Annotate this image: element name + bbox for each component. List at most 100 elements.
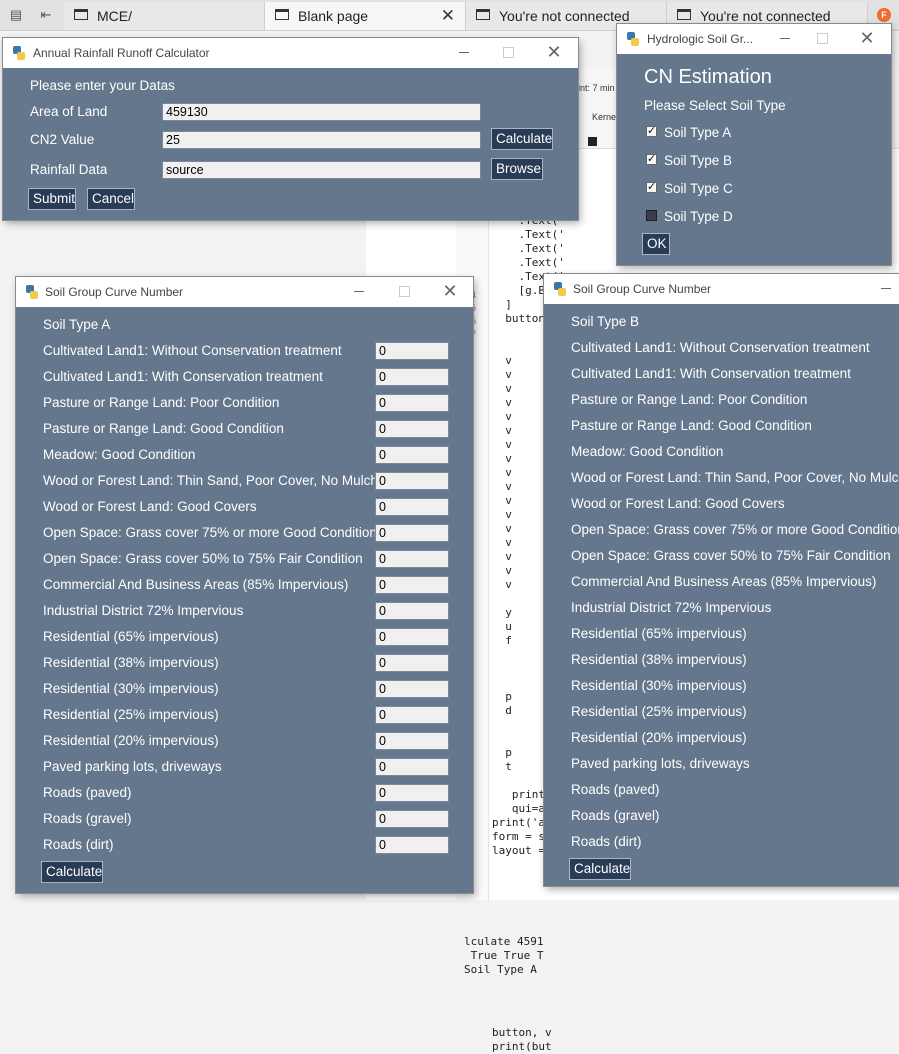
land-use-label: Cultivated Land1: With Conservation trea… xyxy=(43,369,323,384)
close-icon[interactable]: ✕ xyxy=(546,43,562,61)
cancel-button[interactable]: Cancel xyxy=(87,188,135,210)
cn2-input[interactable]: 25 xyxy=(162,131,481,149)
land-use-label: Industrial District 72% Impervious xyxy=(43,603,244,618)
window-title: Soil Group Curve Number xyxy=(45,285,184,299)
close-icon[interactable]: ✕ xyxy=(442,282,458,300)
land-use-label: Pasture or Range Land: Good Condition xyxy=(571,418,812,433)
curve-number-input[interactable]: 0 xyxy=(375,342,449,360)
browser-logo-icon: F xyxy=(877,8,891,22)
submit-button[interactable]: Submit xyxy=(28,188,76,210)
curve-number-input[interactable]: 0 xyxy=(375,654,449,672)
curve-number-input[interactable]: 0 xyxy=(375,446,449,464)
curve-number-input[interactable]: 0 xyxy=(375,732,449,750)
curve-number-input[interactable]: 0 xyxy=(375,680,449,698)
land-use-label: Roads (gravel) xyxy=(43,811,132,826)
cn-estimation-heading: CN Estimation xyxy=(644,66,772,88)
land-use-label: Paved parking lots, driveways xyxy=(571,756,750,771)
land-use-label: Residential (20% impervious) xyxy=(571,730,747,745)
land-use-label: Meadow: Good Condition xyxy=(571,444,724,459)
page-icon xyxy=(677,9,691,20)
soil-type-header: Soil Type A xyxy=(43,317,111,332)
land-use-label: Cultivated Land1: With Conservation trea… xyxy=(571,366,851,381)
curve-number-input[interactable]: 0 xyxy=(375,498,449,516)
close-icon[interactable]: ✕ xyxy=(441,6,455,26)
curve-number-input[interactable]: 0 xyxy=(375,810,449,828)
cn2-label: CN2 Value xyxy=(30,132,95,147)
stop-icon[interactable] xyxy=(588,137,597,146)
curve-number-input[interactable]: 0 xyxy=(375,368,449,386)
calculate-button[interactable]: Calculate xyxy=(41,861,103,883)
rainfall-calculator-window: Annual Rainfall Runoff Calculator ✕ Plea… xyxy=(3,38,578,220)
soil-type-header: Soil Type B xyxy=(571,314,640,329)
minimize-icon[interactable] xyxy=(351,283,367,299)
land-use-label: Residential (25% impervious) xyxy=(43,707,219,722)
curve-number-input[interactable]: 0 xyxy=(375,758,449,776)
window-title: Hydrologic Soil Gr... xyxy=(647,32,754,46)
select-soil-prompt: Please Select Soil Type xyxy=(644,98,786,113)
land-use-label: Residential (20% impervious) xyxy=(43,733,219,748)
rainfall-label: Rainfall Data xyxy=(30,162,108,177)
land-use-label: Cultivated Land1: Without Conservation t… xyxy=(43,343,342,358)
soil-type-b-checkbox[interactable]: ✓ xyxy=(646,154,657,165)
browse-button[interactable]: Browse xyxy=(491,158,543,180)
land-use-label: Roads (paved) xyxy=(571,782,660,797)
window-title: Soil Group Curve Number xyxy=(573,282,712,296)
soil-type-b-window: Soil Group Curve Number Soil Type B Cult… xyxy=(544,274,899,886)
land-use-label: Residential (65% impervious) xyxy=(43,629,219,644)
land-use-label: Cultivated Land1: Without Conservation t… xyxy=(571,340,870,355)
ok-button[interactable]: OK xyxy=(642,233,670,255)
soil-type-c-label: Soil Type C xyxy=(664,181,733,196)
curve-number-input[interactable]: 0 xyxy=(375,550,449,568)
land-use-label: Residential (38% impervious) xyxy=(43,655,219,670)
maximize-icon[interactable] xyxy=(500,44,516,60)
land-use-label: Wood or Forest Land: Good Covers xyxy=(43,499,257,514)
maximize-icon[interactable] xyxy=(396,283,412,299)
rainfall-input[interactable]: source xyxy=(162,161,481,179)
browser-tab-blank-page[interactable]: Blank page ✕ xyxy=(265,2,466,30)
land-use-label: Roads (dirt) xyxy=(571,834,642,849)
python-icon xyxy=(13,46,25,60)
minimize-icon[interactable] xyxy=(456,44,472,60)
soil-type-b-form: Soil Type B Cultivated Land1: Without Co… xyxy=(544,304,899,886)
minimize-icon[interactable] xyxy=(878,280,894,296)
land-use-label: Pasture or Range Land: Poor Condition xyxy=(571,392,808,407)
console-output: lculate 4591 True True T Soil Type A xyxy=(464,935,544,976)
python-icon xyxy=(26,285,38,299)
curve-number-input[interactable]: 0 xyxy=(375,394,449,412)
browser-tab-mce[interactable]: MCE/ xyxy=(64,2,265,30)
window-titlebar: Annual Rainfall Runoff Calculator ✕ xyxy=(3,38,578,68)
soil-type-d-checkbox[interactable] xyxy=(646,210,657,221)
soil-type-d-label: Soil Type D xyxy=(664,209,733,224)
calculate-button[interactable]: Calculate xyxy=(491,128,553,150)
close-icon[interactable]: ✕ xyxy=(859,29,875,47)
python-icon xyxy=(554,282,566,296)
area-input[interactable]: 459130 xyxy=(162,103,481,121)
tab-actions-icon[interactable]: ▤ xyxy=(8,7,24,23)
python-icon xyxy=(627,32,639,46)
soil-type-a-window: Soil Group Curve Number ✕ Soil Type A Cu… xyxy=(16,277,473,893)
calculate-button[interactable]: Calculate xyxy=(569,858,631,880)
soil-type-c-checkbox[interactable]: ✓ xyxy=(646,182,657,193)
page-icon xyxy=(275,9,289,20)
curve-number-input[interactable]: 0 xyxy=(375,472,449,490)
set-aside-tabs-icon[interactable]: ⇤ xyxy=(38,7,54,23)
land-use-label: Commercial And Business Areas (85% Imper… xyxy=(43,577,349,592)
curve-number-input[interactable]: 0 xyxy=(375,524,449,542)
curve-number-input[interactable]: 0 xyxy=(375,420,449,438)
soil-type-b-label: Soil Type B xyxy=(664,153,733,168)
soil-type-a-checkbox[interactable]: ✓ xyxy=(646,126,657,137)
curve-number-input[interactable]: 0 xyxy=(375,602,449,620)
land-use-label: Wood or Forest Land: Thin Sand, Poor Cov… xyxy=(571,470,899,485)
curve-number-input[interactable]: 0 xyxy=(375,628,449,646)
land-use-label: Meadow: Good Condition xyxy=(43,447,196,462)
land-use-label: Pasture or Range Land: Poor Condition xyxy=(43,395,280,410)
curve-number-input[interactable]: 0 xyxy=(375,836,449,854)
curve-number-input[interactable]: 0 xyxy=(375,576,449,594)
curve-number-input[interactable]: 0 xyxy=(375,706,449,724)
page-icon xyxy=(476,9,490,20)
kernel-menu[interactable]: Kerne xyxy=(592,112,616,122)
editor-hint-text: oint: 7 min xyxy=(573,83,615,93)
curve-number-input[interactable]: 0 xyxy=(375,784,449,802)
maximize-icon[interactable] xyxy=(814,30,830,46)
minimize-icon[interactable] xyxy=(777,30,793,46)
